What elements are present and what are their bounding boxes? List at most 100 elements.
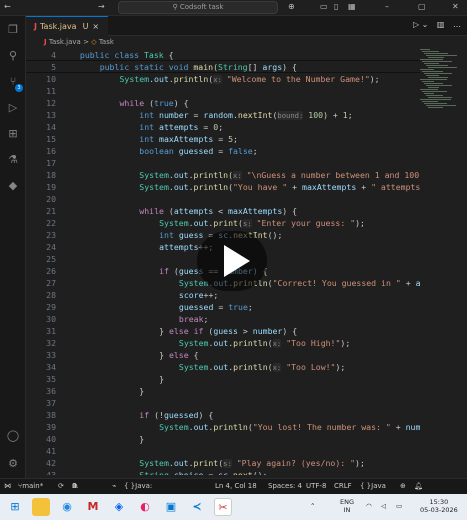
layout-panel-icon[interactable]: ▭	[320, 2, 328, 11]
testing-icon[interactable]: ⚗	[5, 152, 21, 168]
code-line[interactable]: 20	[26, 193, 420, 205]
run-file-icon[interactable]: ▷	[413, 20, 419, 29]
branch-status[interactable]: ⑂ main*	[18, 479, 43, 494]
code-line[interactable]: 43 String choice = sc.next();	[26, 469, 420, 475]
code-line[interactable]: 10 System.out.println(x: "Welcome to the …	[26, 73, 420, 85]
code-line[interactable]: 19 System.out.println("You have " + maxAt…	[26, 181, 420, 193]
source-control-icon[interactable]: ⑂ 3	[5, 74, 23, 92]
breadcrumb-file[interactable]: Task.java	[49, 38, 81, 46]
battery-icon[interactable]: ▭	[396, 502, 402, 510]
code-line[interactable]: 11	[26, 85, 420, 97]
python-icon[interactable]: ◆	[5, 178, 21, 194]
layout-sidebar-icon[interactable]: ▯	[334, 2, 338, 11]
editor-tabs: J Task.java U × ▷ ⌄ ▥ …	[26, 16, 467, 36]
code-line[interactable]: 35}	[26, 373, 420, 385]
minimize-icon[interactable]: –	[385, 2, 389, 11]
chrome-icon[interactable]: ◐	[136, 498, 154, 516]
code-line[interactable]: 33} else {	[26, 349, 420, 361]
code-line[interactable]: 29 guessed = true;	[26, 301, 420, 313]
language-text: Java	[371, 482, 386, 490]
back-arrow-icon[interactable]: ←	[4, 2, 11, 11]
code-line[interactable]: 38 if (!guessed) {	[26, 409, 420, 421]
volume-icon[interactable]: ◁	[381, 502, 386, 510]
close-window-icon[interactable]: ✕	[452, 2, 459, 11]
line-ending[interactable]: CRLF	[334, 479, 352, 494]
code-line[interactable]: 39 System.out.println("You lost! The numb…	[26, 421, 420, 433]
vscode-taskbar-icon[interactable]: ≺	[188, 498, 206, 516]
wifi-icon[interactable]: ◠	[366, 502, 372, 510]
indentation[interactable]: Spaces: 4	[268, 479, 302, 494]
run-dropdown-icon[interactable]: ⌄	[422, 20, 429, 29]
cursor-position[interactable]: Ln 4, Col 18	[215, 479, 257, 494]
code-line[interactable]: 30 break;	[26, 313, 420, 325]
vertical-scrollbar[interactable]	[460, 49, 467, 475]
explorer-icon[interactable]: ❐	[5, 22, 21, 38]
line-number: 29	[46, 302, 56, 312]
tray-chevron-icon[interactable]: ⌃	[310, 502, 315, 510]
tab-close-icon[interactable]: ×	[92, 22, 99, 31]
windows-start-icon[interactable]: ⊞	[6, 498, 24, 516]
breadcrumb-separator: >	[83, 38, 89, 46]
layout-grid-icon[interactable]: ▦	[348, 2, 356, 11]
code-line[interactable]: 42 System.out.print(s: "Play again? (yes/…	[26, 457, 420, 469]
mcafee-icon[interactable]: M	[84, 498, 102, 516]
run-debug-icon[interactable]: ▷	[5, 100, 21, 116]
copilot-status-icon[interactable]: ⊕	[400, 479, 406, 494]
dropbox-icon[interactable]: ◈	[110, 498, 128, 516]
settings-icon[interactable]: ⚙	[5, 456, 21, 472]
code-line[interactable]: 34 System.out.println(x: "Too Low!");	[26, 361, 420, 373]
code-line[interactable]: 16 boolean guessed = false;	[26, 145, 420, 157]
bell-icon[interactable]: 🔔︎	[414, 479, 423, 494]
sync-icon[interactable]: ⟳	[58, 479, 64, 494]
search-icon: ⚲	[172, 3, 180, 11]
browser-edge-icon[interactable]: ◉	[58, 498, 76, 516]
code-line[interactable]: 31} else if (guess > number) {	[26, 325, 420, 337]
minimap-line	[426, 105, 456, 106]
code-line[interactable]: 40}	[26, 433, 420, 445]
code-line[interactable]: 41	[26, 445, 420, 457]
encoding[interactable]: UTF-8	[306, 479, 326, 494]
forward-arrow-icon[interactable]: →	[98, 2, 105, 11]
more-actions-icon[interactable]: …	[453, 20, 461, 29]
minimap[interactable]	[420, 49, 460, 109]
minimap-line	[420, 89, 438, 90]
code-line[interactable]: 15 int maxAttempts = 5;	[26, 133, 420, 145]
code-line[interactable]: 21 while (attempts < maxAttempts) {	[26, 205, 420, 217]
command-center-search[interactable]: ⚲ Codsoft task	[118, 1, 278, 14]
remote-icon[interactable]: ⋈	[4, 479, 11, 494]
code-line[interactable]: 32 System.out.println(x: "Too High!");	[26, 337, 420, 349]
code-line[interactable]: 13 int number = random.nextInt(bound: 100…	[26, 109, 420, 121]
breadcrumb-symbol[interactable]: Task	[99, 38, 114, 46]
extensions-icon[interactable]: ⊞	[5, 126, 21, 142]
line-number: 35	[46, 374, 56, 384]
minimap-line	[422, 81, 434, 82]
language-mode[interactable]: { } Java	[360, 479, 386, 494]
account-icon[interactable]: ◯	[5, 428, 21, 444]
clock[interactable]: 15:30 05-03-2026	[420, 498, 458, 514]
code-line[interactable]: 22 System.out.print(s: "Enter your guess:…	[26, 217, 420, 229]
code-line[interactable]: 37	[26, 397, 420, 409]
copilot-icon[interactable]: ⊕	[288, 2, 295, 11]
split-editor-icon[interactable]: ▥	[437, 20, 445, 29]
ports-icon[interactable]: ⌁	[112, 479, 116, 494]
code-line[interactable]: 17	[26, 157, 420, 169]
code-line[interactable]: 12 while (true) {	[26, 97, 420, 109]
snipping-tool-icon[interactable]: ✂	[214, 498, 232, 516]
video-play-button[interactable]	[197, 231, 267, 291]
java-status[interactable]: { } Java: Ready	[124, 479, 157, 505]
file-explorer-icon[interactable]	[32, 498, 50, 516]
line-number: 33	[46, 350, 56, 360]
code-line[interactable]: 36}	[26, 385, 420, 397]
code-line[interactable]: 5 public static void main(String[] args) …	[26, 61, 420, 73]
tab-task-java[interactable]: J Task.java U ×	[26, 16, 108, 36]
search-icon[interactable]: ⚲	[5, 48, 21, 64]
store-icon[interactable]: ▣	[162, 498, 180, 516]
minimap-line	[428, 57, 444, 58]
minimap-line	[424, 83, 443, 84]
language-indicator[interactable]: ENG IN	[340, 498, 354, 514]
code-line[interactable]: 18 System.out.println(x: "\nGuess a numbe…	[26, 169, 420, 181]
maximize-icon[interactable]: ▢	[418, 2, 426, 11]
code-line[interactable]: 4 public class Task {	[26, 49, 420, 61]
code-line[interactable]: 14 int attempts = 0;	[26, 121, 420, 133]
line-number: 34	[46, 362, 56, 372]
